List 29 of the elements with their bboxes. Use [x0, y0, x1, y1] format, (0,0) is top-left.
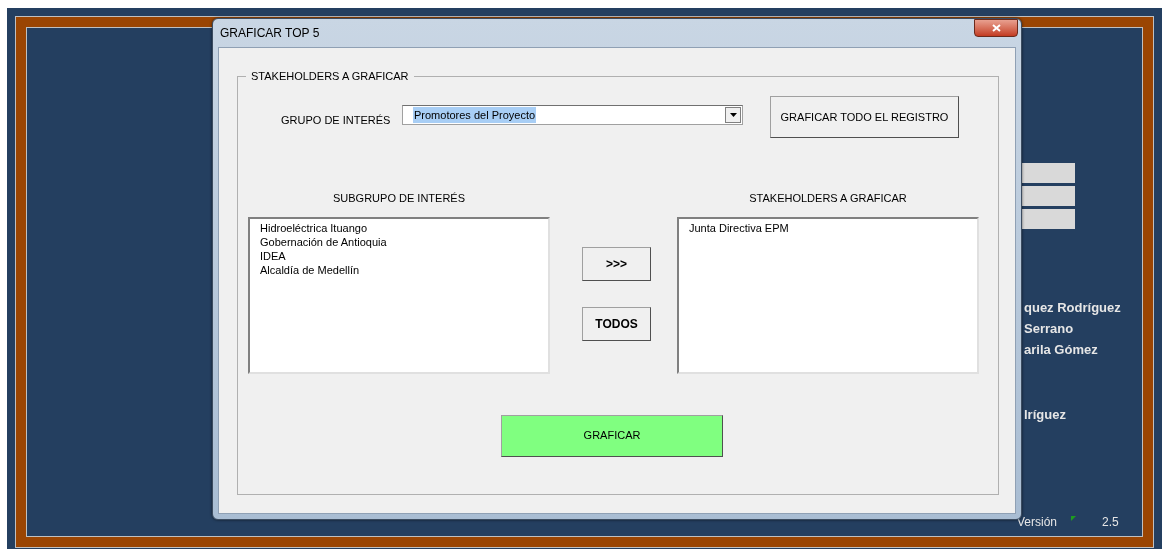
graph-button[interactable]: GRAFICAR — [501, 414, 723, 457]
interest-group-dropdown[interactable]: Promotores del Proyecto — [402, 105, 743, 125]
dropdown-arrow-button[interactable] — [725, 107, 741, 123]
list-box[interactable]: Hidroeléctrica Ituango Gobernación de Antioquia IDEA Alcaldía de Medellín — [248, 216, 550, 374]
person-name: lríguez — [1024, 406, 1067, 424]
comment-marker-icon — [1071, 515, 1077, 521]
close-button[interactable] — [974, 19, 1018, 37]
subgroup-title: SUBGRUPO DE INTERÉS — [333, 191, 465, 206]
interest-group-label: GRUPO DE INTERÉS — [281, 113, 392, 128]
list-item[interactable]: Junta Directiva EPM — [689, 220, 977, 235]
window-title: GRAFICAR TOP 5 — [220, 25, 320, 42]
version-number: 2.5 — [1102, 514, 1119, 531]
person-name: Serrano — [1024, 320, 1075, 338]
stakeholders-title: STAKEHOLDERS A GRAFICAR — [749, 191, 907, 206]
person-name: quez Rodríguez — [1024, 299, 1122, 317]
graph-all-button[interactable]: GRAFICAR TODO EL REGISTRO — [770, 96, 959, 138]
add-all-button[interactable]: TODOS — [582, 307, 651, 341]
caret-icon — [729, 113, 737, 117]
list-item[interactable]: IDEA — [260, 248, 548, 263]
dropdown-value: Promotores del Proyecto — [413, 106, 537, 124]
group-box-title: STAKEHOLDERS A GRAFICAR — [246, 69, 414, 83]
close-icon — [991, 24, 1001, 32]
list-box[interactable]: Junta Directiva EPM — [677, 216, 979, 374]
list-item[interactable]: Alcaldía de Medellín — [260, 262, 548, 277]
person-name: arila Gómez — [1024, 341, 1099, 359]
list-item[interactable]: Hidroeléctrica Ituango — [260, 220, 548, 235]
version-label: Versión — [1017, 514, 1058, 531]
list-item[interactable]: Gobernación de Antioquia — [260, 234, 548, 249]
add-button[interactable]: >>> — [582, 247, 651, 281]
